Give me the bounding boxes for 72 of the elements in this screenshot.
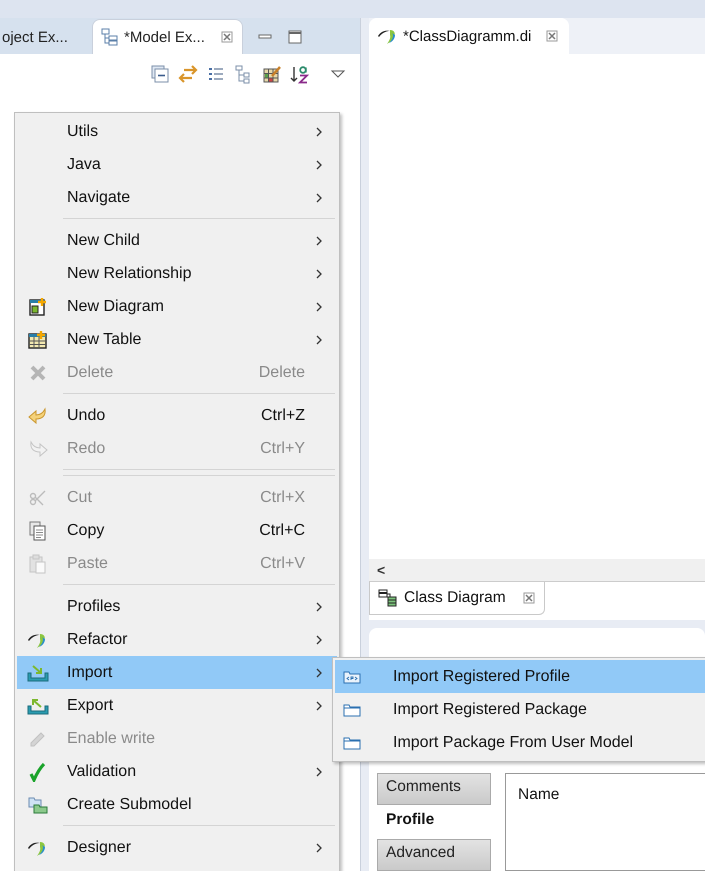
check-icon xyxy=(29,762,47,782)
property-tab[interactable]: Comments xyxy=(377,773,491,805)
close-icon[interactable] xyxy=(220,30,234,44)
chevron-right-icon xyxy=(315,268,323,280)
menu-item[interactable]: New Child xyxy=(17,224,337,257)
close-icon[interactable] xyxy=(522,591,536,605)
profile-folder-icon xyxy=(343,670,361,684)
menu-item[interactable]: Validation xyxy=(17,755,337,788)
shortcut-text: Ctrl+Z xyxy=(261,406,305,424)
delete-icon xyxy=(29,364,47,382)
scissors-icon xyxy=(29,488,47,506)
menu-item[interactable]: Import Registered Package xyxy=(335,693,705,726)
property-tab[interactable]: Advanced xyxy=(377,839,491,871)
menu-item[interactable]: Import Package From User Model xyxy=(335,726,705,759)
pencil-icon xyxy=(29,730,47,748)
menu-item[interactable]: New Table xyxy=(17,323,337,356)
view-tab[interactable]: *Model Ex... xyxy=(92,19,243,54)
chevron-right-icon xyxy=(315,634,323,646)
dropdown-icon[interactable] xyxy=(330,68,346,80)
close-icon[interactable] xyxy=(545,29,560,43)
chevron-right-icon xyxy=(315,158,323,170)
menu-item[interactable]: Create Submodel xyxy=(17,788,337,821)
export-icon xyxy=(27,696,49,714)
menu-item[interactable]: Undo Ctrl+Z xyxy=(17,399,337,432)
menu-item[interactable]: Copy Ctrl+C xyxy=(17,514,337,547)
link-icon[interactable] xyxy=(178,64,198,84)
scroll-left-button[interactable]: < xyxy=(377,562,386,578)
chevron-right-icon xyxy=(315,192,323,204)
shortcut-text: Ctrl+C xyxy=(259,522,305,540)
menu-item[interactable]: Import Registered Profile xyxy=(335,660,705,693)
menu-item[interactable]: Import xyxy=(17,656,337,689)
menu-item[interactable]: Navigate xyxy=(17,181,337,214)
shortcut-text: Ctrl+X xyxy=(260,488,305,506)
new-diagram-icon xyxy=(29,298,47,316)
folder-icon xyxy=(343,736,361,750)
chevron-right-icon xyxy=(315,126,323,138)
chevron-right-icon xyxy=(315,300,323,312)
menu-item[interactable]: New Diagram xyxy=(17,290,337,323)
copy-icon xyxy=(29,520,47,540)
redo-icon xyxy=(28,440,48,458)
shortcut-text: Delete xyxy=(258,364,305,382)
chevron-right-icon xyxy=(315,334,323,346)
menu-item[interactable]: New Relationship xyxy=(17,257,337,290)
shortcut-text: Ctrl+Y xyxy=(260,440,305,458)
chevron-right-icon xyxy=(315,700,323,712)
menu-item[interactable]: Designer xyxy=(17,831,337,864)
new-table-icon xyxy=(28,330,48,348)
clipboard-icon xyxy=(29,554,47,574)
maximize-icon[interactable] xyxy=(286,29,303,45)
menu-item[interactable]: Java xyxy=(17,148,337,181)
table-edit-icon[interactable] xyxy=(262,64,282,84)
folders-icon xyxy=(28,796,48,814)
editor-tab[interactable]: *ClassDiagramm.di xyxy=(369,18,570,54)
tree-icon xyxy=(101,28,119,46)
menu-item[interactable]: Utils xyxy=(17,115,337,148)
diagram-tab[interactable]: Class Diagram xyxy=(369,582,545,615)
class-diagram-icon xyxy=(378,589,398,607)
sort-icon[interactable] xyxy=(290,64,312,84)
chevron-right-icon xyxy=(315,666,323,678)
view-tab[interactable]: oject Ex... xyxy=(0,20,92,54)
chevron-right-icon xyxy=(315,842,323,854)
chevron-right-icon xyxy=(315,766,323,778)
menu-item[interactable]: Refactor xyxy=(17,623,337,656)
folder-icon xyxy=(343,702,361,716)
shortcut-text: Ctrl+V xyxy=(260,554,305,572)
menu-item[interactable]: Profiles xyxy=(17,590,337,623)
undo-icon xyxy=(28,406,48,424)
import-icon xyxy=(27,664,49,682)
collapse-icon[interactable] xyxy=(150,64,170,84)
chevron-right-icon xyxy=(315,234,323,246)
column-header: Name xyxy=(518,786,560,803)
chevron-right-icon xyxy=(315,600,323,612)
